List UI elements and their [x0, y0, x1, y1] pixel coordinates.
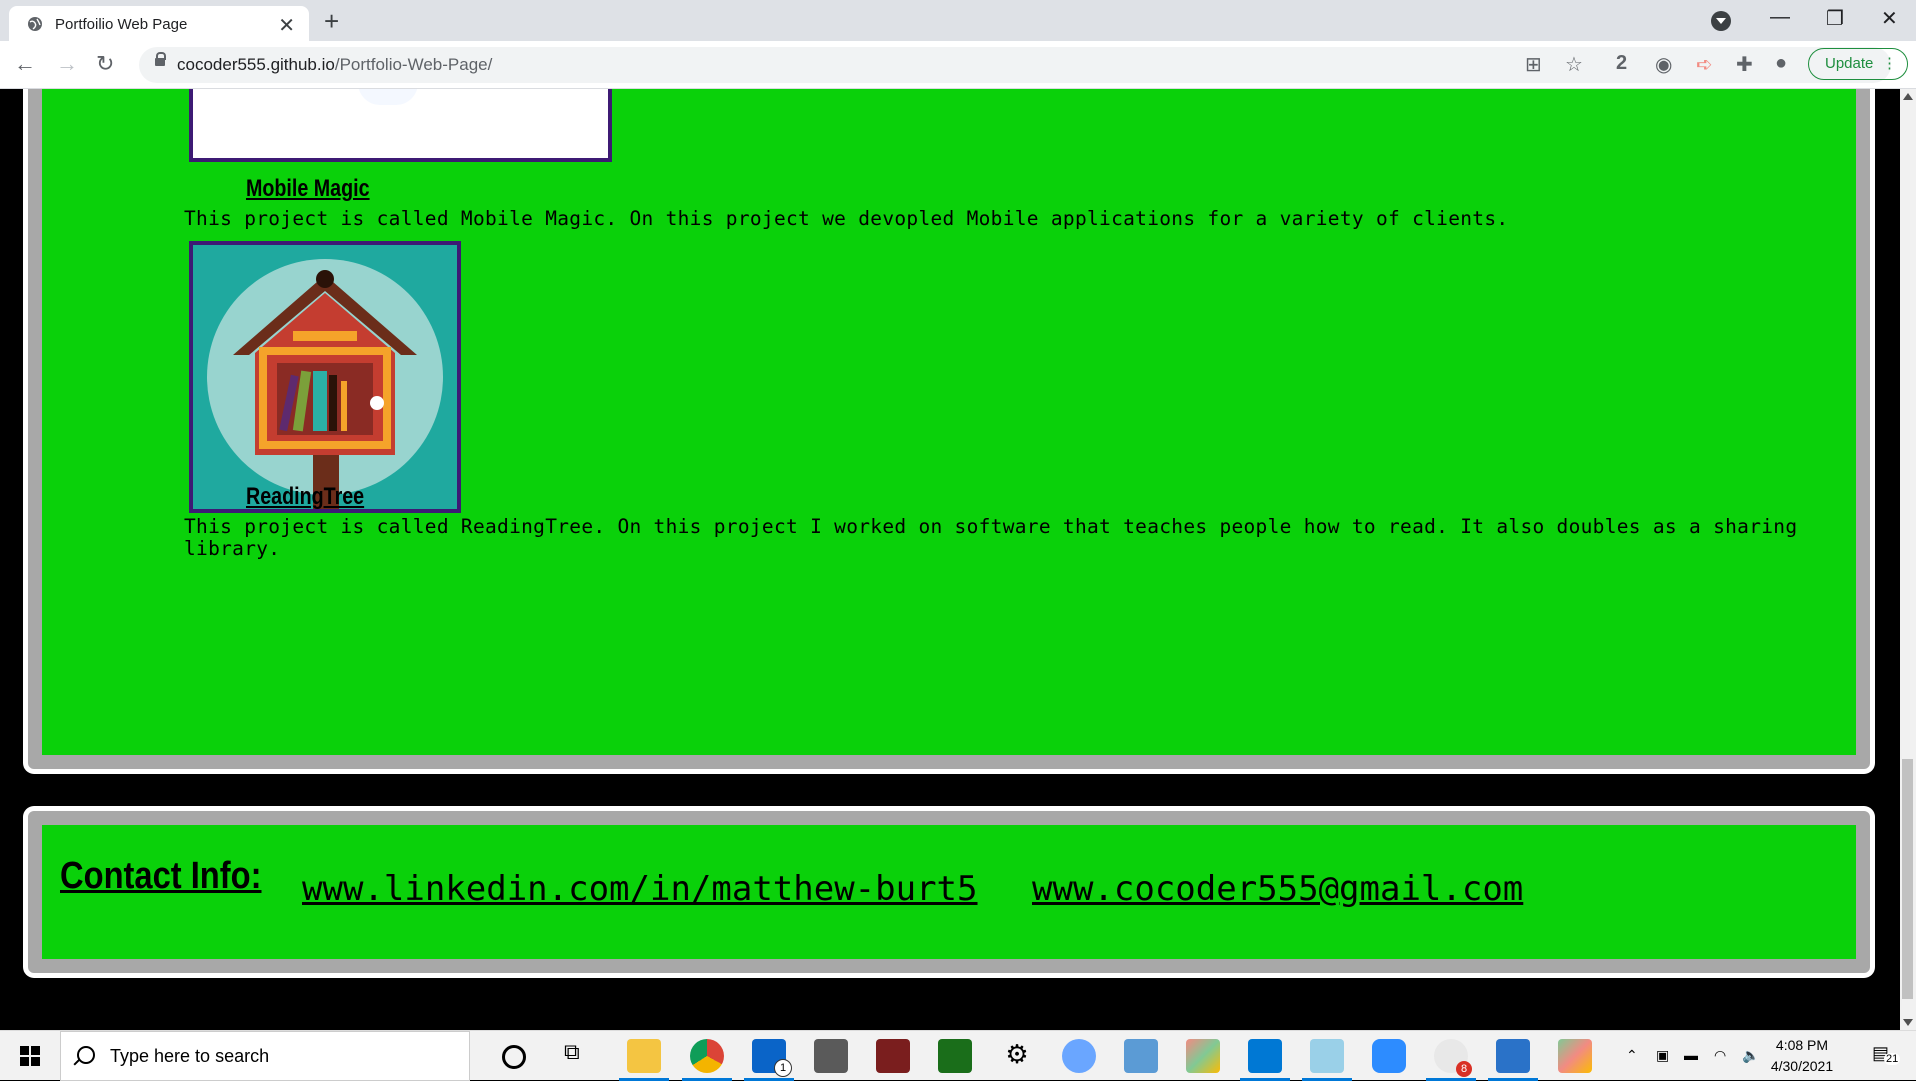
photos-icon[interactable] [1488, 1039, 1538, 1081]
notifications-icon[interactable]: ▤ 21 [1872, 1043, 1901, 1065]
task-view-icon[interactable]: ⧉ [564, 1039, 598, 1073]
battery-icon[interactable]: ▬ [1684, 1047, 1698, 1063]
search-icon [77, 1046, 95, 1064]
scroll-down-arrow-icon[interactable] [1903, 1019, 1913, 1026]
windows-taskbar: Type here to search ⧉ 1 ⚙ 8 ⌃ ▣ ▬ ◠ 🔈 4:… [0, 1030, 1916, 1081]
install-app-icon[interactable]: ⊞ [1525, 52, 1542, 77]
green-app-icon[interactable] [938, 1039, 972, 1073]
scrollbar-thumb[interactable] [1902, 759, 1913, 999]
extensions-puzzle-icon[interactable]: ✚ [1736, 52, 1753, 77]
notification-count: 21 [1884, 1053, 1901, 1065]
tray-meet-icon[interactable]: ▣ [1656, 1047, 1669, 1064]
linkedin-link[interactable]: www.linkedin.com/in/matthew-burt5 [302, 869, 978, 909]
extension-circle-icon[interactable]: ◉ [1655, 52, 1672, 77]
tab-title: Portfoilio Web Page [55, 16, 188, 33]
slack-badge: 8 [1456, 1061, 1472, 1077]
forward-arrow-icon[interactable]: → [56, 51, 78, 77]
tray-chevron-up-icon[interactable]: ⌃ [1626, 1047, 1638, 1064]
tab-search-icon[interactable] [1711, 11, 1731, 31]
windows-start-icon[interactable] [20, 1046, 40, 1066]
game-app-icon[interactable] [876, 1039, 910, 1073]
colorful-app-2-icon[interactable] [1558, 1039, 1592, 1073]
project-description-readingtree: This project is called ReadingTree. On t… [184, 515, 1798, 560]
search-placeholder: Type here to search [110, 1046, 270, 1066]
clock-time: 4:08 PM [1775, 1037, 1829, 1053]
new-tab-icon[interactable]: + [324, 6, 339, 37]
close-tab-icon[interactable]: ✕ [278, 13, 295, 38]
browser-toolbar: ← → ↻ cocoder555.github.io/Portfolio-Web… [0, 41, 1916, 89]
mail-icon[interactable]: 1 [744, 1039, 794, 1081]
url-text: cocoder555.github.io/Portfolio-Web-Page/ [177, 55, 493, 74]
browser-tab-bar: Portfoilio Web Page ✕ + — ❐ ✕ [0, 0, 1916, 41]
more-menu-icon[interactable]: ⋮ [1882, 49, 1897, 79]
notes-app-icon[interactable] [1302, 1039, 1352, 1081]
restore-icon[interactable]: ❐ [1826, 6, 1844, 31]
wifi-icon[interactable]: ◠ [1714, 1047, 1726, 1064]
reading-tree-image [189, 241, 461, 513]
vscode-icon[interactable] [1240, 1039, 1290, 1081]
projects-section: Mobile Magic This project is called Mobi… [28, 89, 1870, 769]
bookmark-star-icon[interactable]: ☆ [1565, 52, 1583, 77]
tab-portfolio[interactable]: Portfoilio Web Page ✕ [9, 6, 309, 41]
reload-icon[interactable]: ↻ [96, 51, 114, 77]
scroll-up-arrow-icon[interactable] [1903, 93, 1913, 100]
clock-date: 4/30/2021 [1770, 1058, 1834, 1074]
globe-icon [28, 17, 42, 31]
extension-badge[interactable]: 2 [1616, 52, 1627, 75]
back-arrow-icon[interactable]: ← [14, 51, 36, 77]
settings-gear-icon[interactable]: ⚙ [1000, 1039, 1034, 1073]
page-viewport: Mobile Magic This project is called Mobi… [0, 89, 1900, 1030]
minimize-icon[interactable]: — [1770, 6, 1790, 29]
taskbar-clock[interactable]: 4:08 PM 4/30/2021 [1757, 1035, 1847, 1077]
previous-project-image [189, 89, 612, 162]
project-title-mobile-magic[interactable]: Mobile Magic [246, 175, 370, 203]
profile-avatar-icon[interactable]: ● [1775, 52, 1787, 75]
contact-heading: Contact Info: [60, 855, 262, 897]
project-title-readingtree[interactable]: ReadingTree [246, 483, 364, 511]
little-library-icon [207, 259, 443, 509]
laptop-app-icon[interactable] [1124, 1039, 1158, 1073]
close-window-icon[interactable]: ✕ [1881, 6, 1898, 31]
update-button[interactable]: Update ⋮ [1808, 48, 1908, 80]
address-bar[interactable]: cocoder555.github.io/Portfolio-Web-Page/ [139, 47, 1891, 83]
sync-app-icon[interactable] [1062, 1039, 1096, 1073]
calculator-icon[interactable] [814, 1039, 848, 1073]
zoom-icon[interactable] [1372, 1039, 1406, 1073]
contact-section: Contact Info: www.linkedin.com/in/matthe… [28, 811, 1870, 973]
project-description-mobile-magic: This project is called Mobile Magic. On … [184, 207, 1509, 230]
taskbar-search-box[interactable]: Type here to search [60, 1031, 470, 1081]
colorful-app-icon[interactable] [1186, 1039, 1220, 1073]
page-scrollbar[interactable] [1900, 89, 1916, 1030]
extension-arrow-icon[interactable]: ➪ [1696, 52, 1713, 77]
chrome-icon[interactable] [682, 1039, 732, 1081]
lock-icon [155, 52, 166, 66]
cortana-icon[interactable] [502, 1045, 526, 1069]
mail-badge: 1 [774, 1059, 792, 1077]
slack-icon[interactable]: 8 [1426, 1039, 1476, 1081]
file-explorer-icon[interactable] [619, 1039, 669, 1081]
email-link[interactable]: www.cocoder555@gmail.com [1032, 869, 1523, 909]
